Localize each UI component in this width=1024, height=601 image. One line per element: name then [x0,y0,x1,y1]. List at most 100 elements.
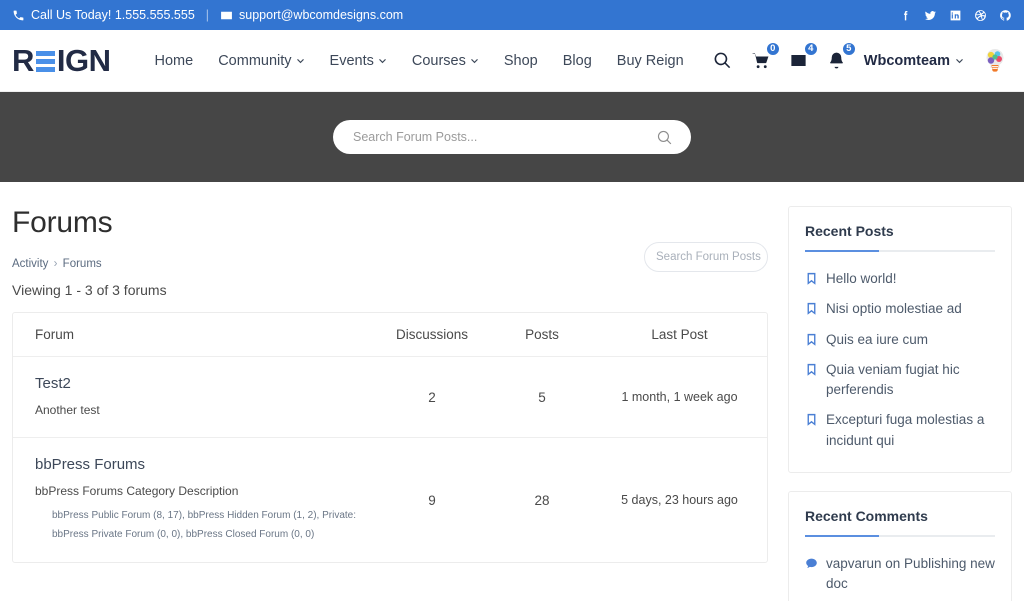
forum-description: Another test [35,403,100,417]
list-item-label: vapvarun on Publishing new doc [826,555,995,591]
viewing-row: Viewing 1 - 3 of 3 forums [12,282,768,298]
nav-item-courses[interactable]: Courses [412,53,479,69]
breadcrumb-activity[interactable]: Activity [12,258,48,270]
list-item-label: Excepturi fuga molestias a incidunt qui [826,412,985,448]
list-item-label: Hello world! [826,271,897,286]
list-item[interactable]: Quia veniam fugiat hic perferendis [805,355,995,406]
site-logo[interactable]: R IGN [12,43,111,79]
github-icon[interactable] [999,9,1012,22]
list-item[interactable]: Quis ea iure cum [805,325,995,355]
column-header-last-post: Last Post [651,327,708,342]
messages-envelope-icon[interactable]: 4 [788,40,819,72]
nav-label: Community [218,52,292,69]
forum-last-post: 1 month, 1 week ago [621,390,738,404]
list-item[interactable]: Nisi optio molestiae ad [805,294,995,324]
forum-title[interactable]: Test2 [35,375,372,392]
site-header: R IGN Home Community Events Courses Shop… [0,30,1024,92]
logo-text-post: IGN [56,42,111,78]
forums-table: Forum Discussions Posts Last Post Test2 … [12,312,768,563]
topbar-separator: | [205,8,210,22]
bookmark-icon [807,333,816,346]
twitter-icon[interactable] [924,9,937,22]
widget-recent-comments: Recent Comments vapvarun on Publishing n… [788,490,1012,601]
forum-posts-count: 28 [534,492,550,508]
phone-icon [12,9,25,22]
nav-label: Home [154,52,194,69]
page-body: Forums Activity › Forums Search Forum Po… [0,182,1024,601]
top-utility-bar: Call Us Today! 1.555.555.555 | support@w… [0,0,1024,30]
list-item-label: Quis ea iure cum [826,331,929,347]
social-links [899,9,1012,22]
comment-icon [806,558,817,568]
list-item[interactable]: Excepturi fuga molestias a incidunt qui [805,405,995,456]
avatar[interactable] [980,45,1010,76]
email-text: support@wbcomdesigns.com [239,8,404,22]
nav-item-shop[interactable]: Shop [504,53,538,69]
bell-icon[interactable]: 5 [826,40,857,72]
forum-posts-count: 5 [538,389,546,405]
header-tools: 0 4 5 Wbcomteam [712,40,1010,76]
widget-title: Recent Posts [805,223,894,239]
cart-icon[interactable]: 0 [750,40,781,72]
nav-label: Blog [562,52,592,69]
bookmark-icon [807,363,816,376]
nav-item-buy-reign[interactable]: Buy Reign [617,53,684,69]
column-header-posts: Posts [525,327,559,342]
phone-link[interactable]: Call Us Today! 1.555.555.555 [12,8,195,22]
table-row[interactable]: bbPress Forums bbPress Forums Category D… [13,438,767,562]
breadcrumb-forums[interactable]: Forums [63,258,102,270]
notifications-badge: 5 [840,40,857,57]
bookmark-icon [807,272,816,285]
recent-posts-list: Hello world! Nisi optio molestiae ad Qui… [805,264,995,456]
messages-badge: 4 [802,40,819,57]
list-item[interactable]: Hello world! [805,264,995,294]
nav-item-events[interactable]: Events [330,53,387,69]
widget-title: Recent Comments [805,507,928,524]
chevron-down-icon [956,58,963,64]
facebook-icon[interactable] [899,9,912,22]
recent-comments-list: vapvarun on Publishing new doc A WordPre… [805,549,995,601]
forum-subforums: bbPress Public Forum (8, 17), bbPress Hi… [52,510,357,540]
nav-item-blog[interactable]: Blog [563,53,592,69]
forum-search-placeholder: Search Forum Posts [656,251,761,263]
list-item-label: Quia veniam fugiat hic perferendis [826,361,960,397]
forum-cell: Test2 Another test [13,375,372,419]
hero-search-band: Search Forum Posts... [0,92,1024,182]
chevron-down-icon [470,58,478,64]
topbar-contact-group: Call Us Today! 1.555.555.555 | support@w… [12,8,403,22]
list-item-label: Nisi optio molestiae ad [826,301,962,317]
widget-underline [805,534,995,537]
nav-item-home[interactable]: Home [155,53,194,69]
widget-underline [805,250,995,252]
table-row[interactable]: Test2 Another test 2 5 1 month, 1 week a… [13,357,767,438]
linkedin-icon[interactable] [949,9,962,22]
bookmark-icon [807,414,816,427]
widget-recent-posts: Recent Posts Hello world! Nisi optio mol… [788,206,1012,473]
column-header-forum: Forum [35,327,75,342]
page-title: Forums [12,206,113,239]
nav-label: Buy Reign [616,52,684,69]
viewing-count: Viewing 1 - 3 of 3 forums [12,282,167,298]
forum-search-input[interactable]: Search Forum Posts [644,242,768,272]
table-header-row: Forum Discussions Posts Last Post [13,313,767,357]
forum-last-post: 5 days, 23 hours ago [621,493,738,507]
hero-search-input[interactable]: Search Forum Posts... [333,120,691,154]
search-icon [657,130,672,144]
forum-discussions-count: 2 [428,389,436,405]
main-navigation: Home Community Events Courses Shop Blog … [155,53,684,69]
chevron-down-icon [378,58,386,64]
forum-cell: bbPress Forums bbPress Forums Category D… [13,456,372,544]
nav-label: Shop [503,52,538,69]
chevron-down-icon [296,58,304,64]
nav-item-community[interactable]: Community [218,53,304,69]
envelope-icon [220,9,233,22]
cart-badge: 0 [764,40,781,57]
search-icon[interactable] [712,50,734,72]
nav-label: Events [329,52,374,69]
list-item[interactable]: vapvarun on Publishing new doc [805,549,995,600]
column-header-discussions: Discussions [395,327,469,342]
forum-title[interactable]: bbPress Forums [35,456,372,473]
email-link[interactable]: support@wbcomdesigns.com [220,8,403,22]
dribbble-icon[interactable] [974,9,987,22]
user-menu[interactable]: Wbcomteam [864,53,964,69]
